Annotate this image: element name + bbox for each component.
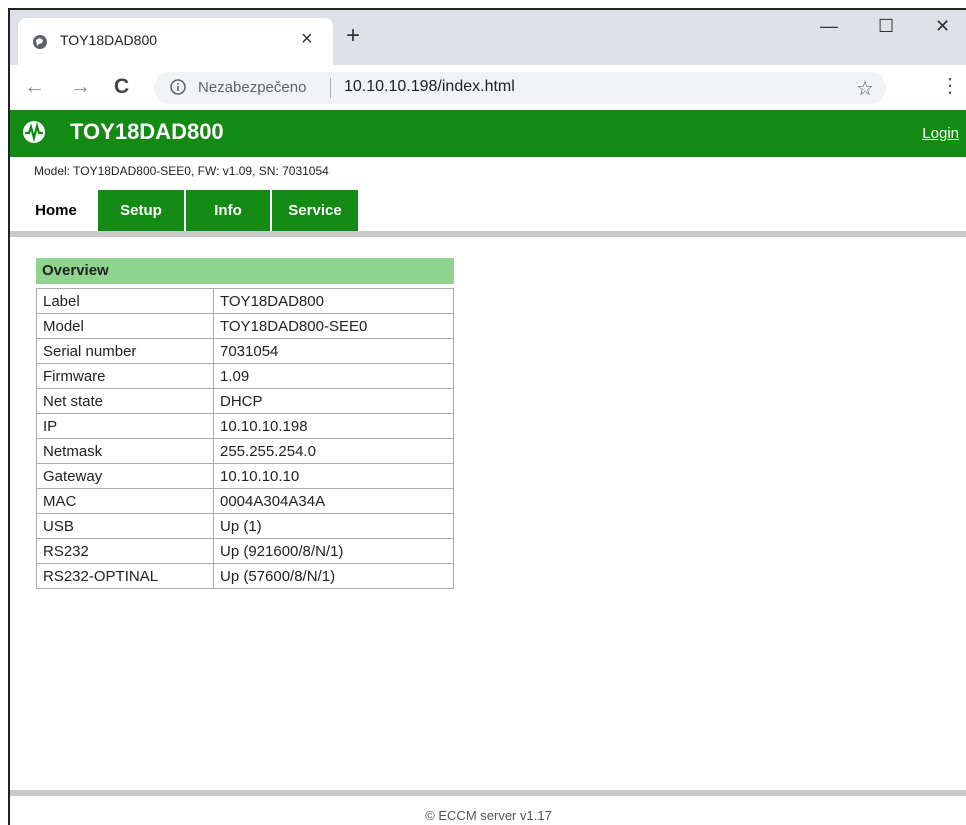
minimize-icon[interactable]: — xyxy=(820,16,838,37)
row-value: 7031054 xyxy=(213,338,454,364)
row-value: 10.10.10.198 xyxy=(213,413,454,439)
row-value: DHCP xyxy=(213,388,454,414)
row-key: Label xyxy=(36,288,214,314)
overview-table: Label TOY18DAD800 Model TOY18DAD800-SEE0 S… xyxy=(36,288,454,589)
globe-icon xyxy=(33,35,47,49)
address-toolbar: ← → C Nezabezpečeno 10.10.10.198/index.h… xyxy=(10,65,966,111)
row-value: Up (921600/8/N/1) xyxy=(213,538,454,564)
overview-title: Overview xyxy=(36,258,454,284)
table-row: MAC 0004A304A34A xyxy=(36,488,454,514)
browser-window: TOY18DAD800 × + — ☐ ✕ ← → C Nezabezpečen… xyxy=(8,8,966,825)
close-window-icon[interactable]: ✕ xyxy=(935,16,950,37)
table-row: Firmware 1.09 xyxy=(36,363,454,389)
tab-setup[interactable]: Setup xyxy=(98,190,184,231)
device-title: TOY18DAD800 xyxy=(70,119,224,144)
table-row: Label TOY18DAD800 xyxy=(36,288,454,314)
tab-close-icon[interactable]: × xyxy=(301,28,313,51)
footer-divider xyxy=(10,790,966,796)
row-key: RS232-OPTINAL xyxy=(36,563,214,589)
table-row: Gateway 10.10.10.10 xyxy=(36,463,454,489)
tab-home[interactable]: Home xyxy=(18,190,94,231)
table-row: RS232 Up (921600/8/N/1) xyxy=(36,538,454,564)
row-key: Net state xyxy=(36,388,214,414)
page-header: TOY18DAD800 Login xyxy=(10,110,966,157)
row-value: Up (57600/8/N/1) xyxy=(213,563,454,589)
table-row: Net state DHCP xyxy=(36,388,454,414)
pulse-logo-icon xyxy=(23,121,45,143)
address-bar[interactable]: Nezabezpečeno 10.10.10.198/index.html ☆ xyxy=(154,72,886,104)
new-tab-icon[interactable]: + xyxy=(346,24,360,48)
forward-icon[interactable]: → xyxy=(70,75,91,99)
maximize-icon[interactable]: ☐ xyxy=(878,16,894,37)
url-separator xyxy=(330,78,331,98)
login-link[interactable]: Login xyxy=(922,125,959,142)
row-key: MAC xyxy=(36,488,214,514)
browser-tab[interactable]: TOY18DAD800 × xyxy=(18,18,333,65)
browser-menu-icon[interactable]: ⋮ xyxy=(940,73,960,98)
tab-title: TOY18DAD800 xyxy=(60,32,158,48)
url-text[interactable]: 10.10.10.198/index.html xyxy=(344,78,515,96)
table-row: Serial number 7031054 xyxy=(36,338,454,364)
row-key: Firmware xyxy=(36,363,214,389)
table-row: Netmask 255.255.254.0 xyxy=(36,438,454,464)
back-icon[interactable]: ← xyxy=(24,75,45,99)
title-bar: TOY18DAD800 × + — ☐ ✕ xyxy=(10,10,966,65)
reload-icon[interactable]: C xyxy=(114,75,129,99)
overview-panel: Overview Label TOY18DAD800 Model TOY18DAD8… xyxy=(36,258,454,589)
table-row: USB Up (1) xyxy=(36,513,454,539)
tab-info[interactable]: Info xyxy=(186,190,270,231)
row-key: IP xyxy=(36,413,214,439)
row-value: 0004A304A34A xyxy=(213,488,454,514)
nav-divider xyxy=(10,231,966,237)
model-info: Model: TOY18DAD800-SEE0, FW: v1.09, SN: … xyxy=(34,164,329,178)
row-key: RS232 xyxy=(36,538,214,564)
tab-service[interactable]: Service xyxy=(272,190,358,231)
row-key: Model xyxy=(36,313,214,339)
row-value: TOY18DAD800 xyxy=(213,288,454,314)
row-value: 255.255.254.0 xyxy=(213,438,454,464)
table-row: Model TOY18DAD800-SEE0 xyxy=(36,313,454,339)
row-value: 1.09 xyxy=(213,363,454,389)
security-label: Nezabezpečeno xyxy=(198,79,307,96)
bookmark-star-icon[interactable]: ☆ xyxy=(856,76,874,101)
table-row: IP 10.10.10.198 xyxy=(36,413,454,439)
row-value: 10.10.10.10 xyxy=(213,463,454,489)
row-key: USB xyxy=(36,513,214,539)
info-icon[interactable] xyxy=(170,79,186,95)
row-value: TOY18DAD800-SEE0 xyxy=(213,313,454,339)
table-row: RS232-OPTINAL Up (57600/8/N/1) xyxy=(36,563,454,589)
row-key: Serial number xyxy=(36,338,214,364)
row-value: Up (1) xyxy=(213,513,454,539)
row-key: Gateway xyxy=(36,463,214,489)
row-key: Netmask xyxy=(36,438,214,464)
footer-text: © ECCM server v1.17 xyxy=(425,808,552,823)
